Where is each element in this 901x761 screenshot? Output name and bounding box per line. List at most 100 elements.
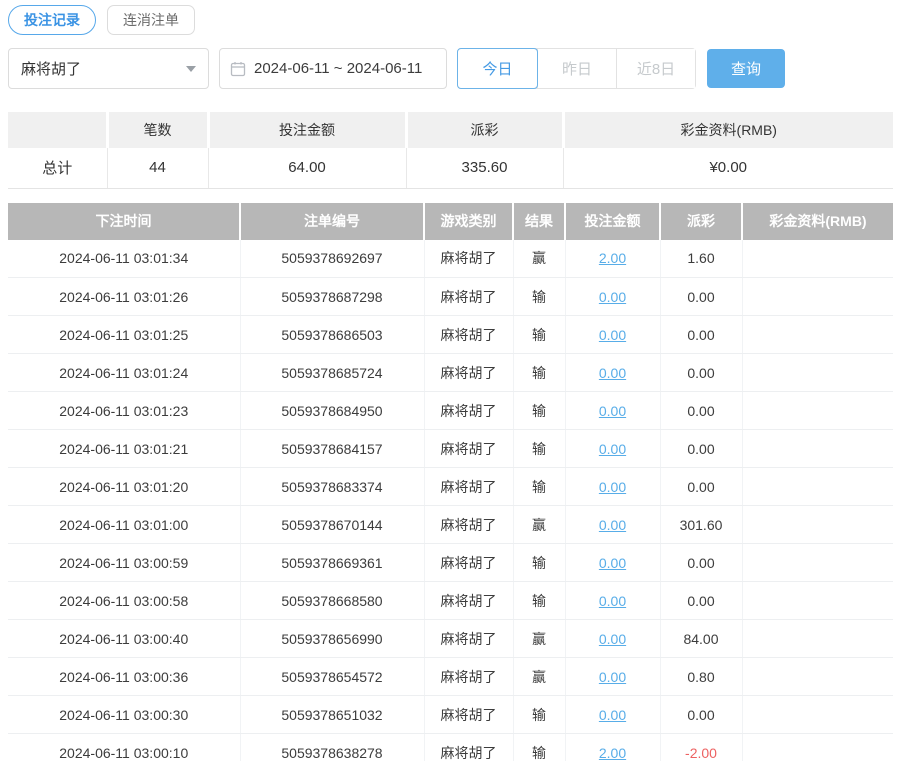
cell-bonus: [742, 695, 893, 734]
cell-game-type: 麻将胡了: [424, 505, 514, 544]
bet-amount-link[interactable]: 0.00: [599, 479, 626, 495]
cell-bet-time: 2024-06-11 03:01:34: [8, 239, 241, 278]
summary-table: 笔数 投注金额 派彩 彩金资料(RMB) 总计 44 64.00 335.60 ¥0.00: [8, 112, 893, 189]
cell-result: 输: [513, 543, 566, 582]
calendar-icon: [230, 61, 254, 77]
cell-result: 输: [513, 277, 566, 316]
cell-result: 输: [513, 695, 566, 734]
cell-result: 输: [513, 581, 566, 620]
cell-bet-time: 2024-06-11 03:00:59: [8, 543, 241, 582]
bet-amount-link[interactable]: 2.00: [599, 745, 626, 761]
summary-total-label: 总计: [8, 148, 108, 189]
summary-header-row: 笔数 投注金额 派彩 彩金资料(RMB): [8, 112, 893, 148]
bet-amount-link[interactable]: 0.00: [599, 327, 626, 343]
cell-game-type: 麻将胡了: [424, 239, 514, 278]
cell-bet-time: 2024-06-11 03:00:10: [8, 733, 241, 761]
cell-result: 赢: [513, 657, 566, 696]
records-header-row: 下注时间 注单编号 游戏类别 结果 投注金额 派彩 彩金资料(RMB): [8, 202, 893, 240]
summary-header-cell: 派彩: [406, 112, 565, 148]
summary-header-cell: 投注金额: [208, 112, 408, 148]
cell-bonus: [742, 429, 893, 468]
cell-game-type: 麻将胡了: [424, 429, 514, 468]
cell-result: 赢: [513, 239, 566, 278]
query-button[interactable]: 查询: [707, 49, 785, 88]
cell-bet-amount: 0.00: [565, 619, 661, 658]
cell-bet-amount: 0.00: [565, 315, 661, 354]
cell-bet-amount: 0.00: [565, 353, 661, 392]
cell-game-type: 麻将胡了: [424, 733, 514, 761]
bet-amount-link[interactable]: 0.00: [599, 669, 626, 685]
bet-amount-link[interactable]: 2.00: [599, 250, 626, 266]
cell-order-number: 5059378670144: [240, 505, 425, 544]
cell-payout: 0.00: [660, 467, 743, 506]
tabs-row: 投注记录 连消注单: [8, 4, 901, 36]
table-row: 2024-06-11 03:01:34 5059378692697 麻将胡了赢 2.0…: [8, 239, 893, 278]
table-row: 2024-06-11 03:00:40 5059378656990 麻将胡了赢 0.0…: [8, 619, 893, 658]
cell-result: 输: [513, 467, 566, 506]
records-table: 下注时间 注单编号 游戏类别 结果 投注金额 派彩 彩金资料(RMB) 2024-06-11…: [8, 202, 893, 761]
table-row: 2024-06-11 03:01:25 5059378686503 麻将胡了输 0.0…: [8, 315, 893, 354]
cell-bet-amount: 0.00: [565, 581, 661, 620]
records-header-cell: 注单编号: [240, 202, 425, 240]
cell-game-type: 麻将胡了: [424, 277, 514, 316]
cell-result: 输: [513, 353, 566, 392]
quick-range-today[interactable]: 今日: [457, 48, 538, 89]
cell-bet-time: 2024-06-11 03:01:21: [8, 429, 241, 468]
table-row: 2024-06-11 03:01:21 5059378684157 麻将胡了输 0.0…: [8, 429, 893, 468]
bet-amount-link[interactable]: 0.00: [599, 555, 626, 571]
quick-range-last8days[interactable]: 近8日: [616, 49, 695, 88]
bet-amount-link[interactable]: 0.00: [599, 631, 626, 647]
tab-betting-records[interactable]: 投注记录: [8, 5, 96, 35]
summary-bet-amount: 64.00: [208, 148, 407, 189]
summary-payout: 335.60: [406, 148, 564, 189]
cell-payout: 0.00: [660, 277, 743, 316]
cell-bet-time: 2024-06-11 03:01:00: [8, 505, 241, 544]
cell-result: 输: [513, 429, 566, 468]
cell-bonus: [742, 619, 893, 658]
cell-bonus: [742, 239, 893, 278]
cell-payout: 0.80: [660, 657, 743, 696]
cell-order-number: 5059378669361: [240, 543, 425, 582]
cell-game-type: 麻将胡了: [424, 543, 514, 582]
game-type-select[interactable]: 麻将胡了: [8, 48, 209, 89]
cell-bet-amount: 0.00: [565, 657, 661, 696]
cell-bet-amount: 0.00: [565, 695, 661, 734]
bet-amount-link[interactable]: 0.00: [599, 517, 626, 533]
date-range-picker[interactable]: 2024-06-11 ~ 2024-06-11: [219, 48, 447, 89]
table-row: 2024-06-11 03:01:24 5059378685724 麻将胡了输 0.0…: [8, 353, 893, 392]
cell-payout: 0.00: [660, 391, 743, 430]
bet-amount-link[interactable]: 0.00: [599, 593, 626, 609]
cell-order-number: 5059378684950: [240, 391, 425, 430]
cell-bonus: [742, 315, 893, 354]
cell-bet-amount: 0.00: [565, 505, 661, 544]
table-row: 2024-06-11 03:01:20 5059378683374 麻将胡了输 0.0…: [8, 467, 893, 506]
bet-amount-link[interactable]: 0.00: [599, 365, 626, 381]
summary-bonus: ¥0.00: [563, 148, 893, 189]
tab-cancelled-orders[interactable]: 连消注单: [107, 5, 195, 35]
summary-count: 44: [107, 148, 209, 189]
cell-bonus: [742, 657, 893, 696]
table-row: 2024-06-11 03:00:10 5059378638278 麻将胡了输 2.0…: [8, 733, 893, 761]
cell-bet-time: 2024-06-11 03:01:24: [8, 353, 241, 392]
bet-amount-link[interactable]: 0.00: [599, 289, 626, 305]
cell-bet-time: 2024-06-11 03:00:58: [8, 581, 241, 620]
cell-order-number: 5059378685724: [240, 353, 425, 392]
filter-row: 麻将胡了 2024-06-11 ~ 2024-06-11 今日 昨日 近8日 查…: [8, 48, 901, 89]
cell-bonus: [742, 543, 893, 582]
cell-bet-amount: 2.00: [565, 733, 661, 761]
bet-amount-link[interactable]: 0.00: [599, 707, 626, 723]
cell-bet-time: 2024-06-11 03:01:23: [8, 391, 241, 430]
cell-result: 输: [513, 733, 566, 761]
table-row: 2024-06-11 03:00:58 5059378668580 麻将胡了输 0.0…: [8, 581, 893, 620]
bet-amount-link[interactable]: 0.00: [599, 441, 626, 457]
records-header-cell: 下注时间: [8, 202, 241, 240]
cell-bet-time: 2024-06-11 03:00:30: [8, 695, 241, 734]
cell-order-number: 5059378686503: [240, 315, 425, 354]
records-header-cell: 结果: [513, 202, 566, 240]
records-header-cell: 彩金资料(RMB): [742, 202, 893, 240]
bet-amount-link[interactable]: 0.00: [599, 403, 626, 419]
summary-total-row: 总计 44 64.00 335.60 ¥0.00: [8, 148, 893, 189]
cell-result: 赢: [513, 619, 566, 658]
cell-bet-time: 2024-06-11 03:00:36: [8, 657, 241, 696]
quick-range-yesterday[interactable]: 昨日: [537, 49, 616, 88]
